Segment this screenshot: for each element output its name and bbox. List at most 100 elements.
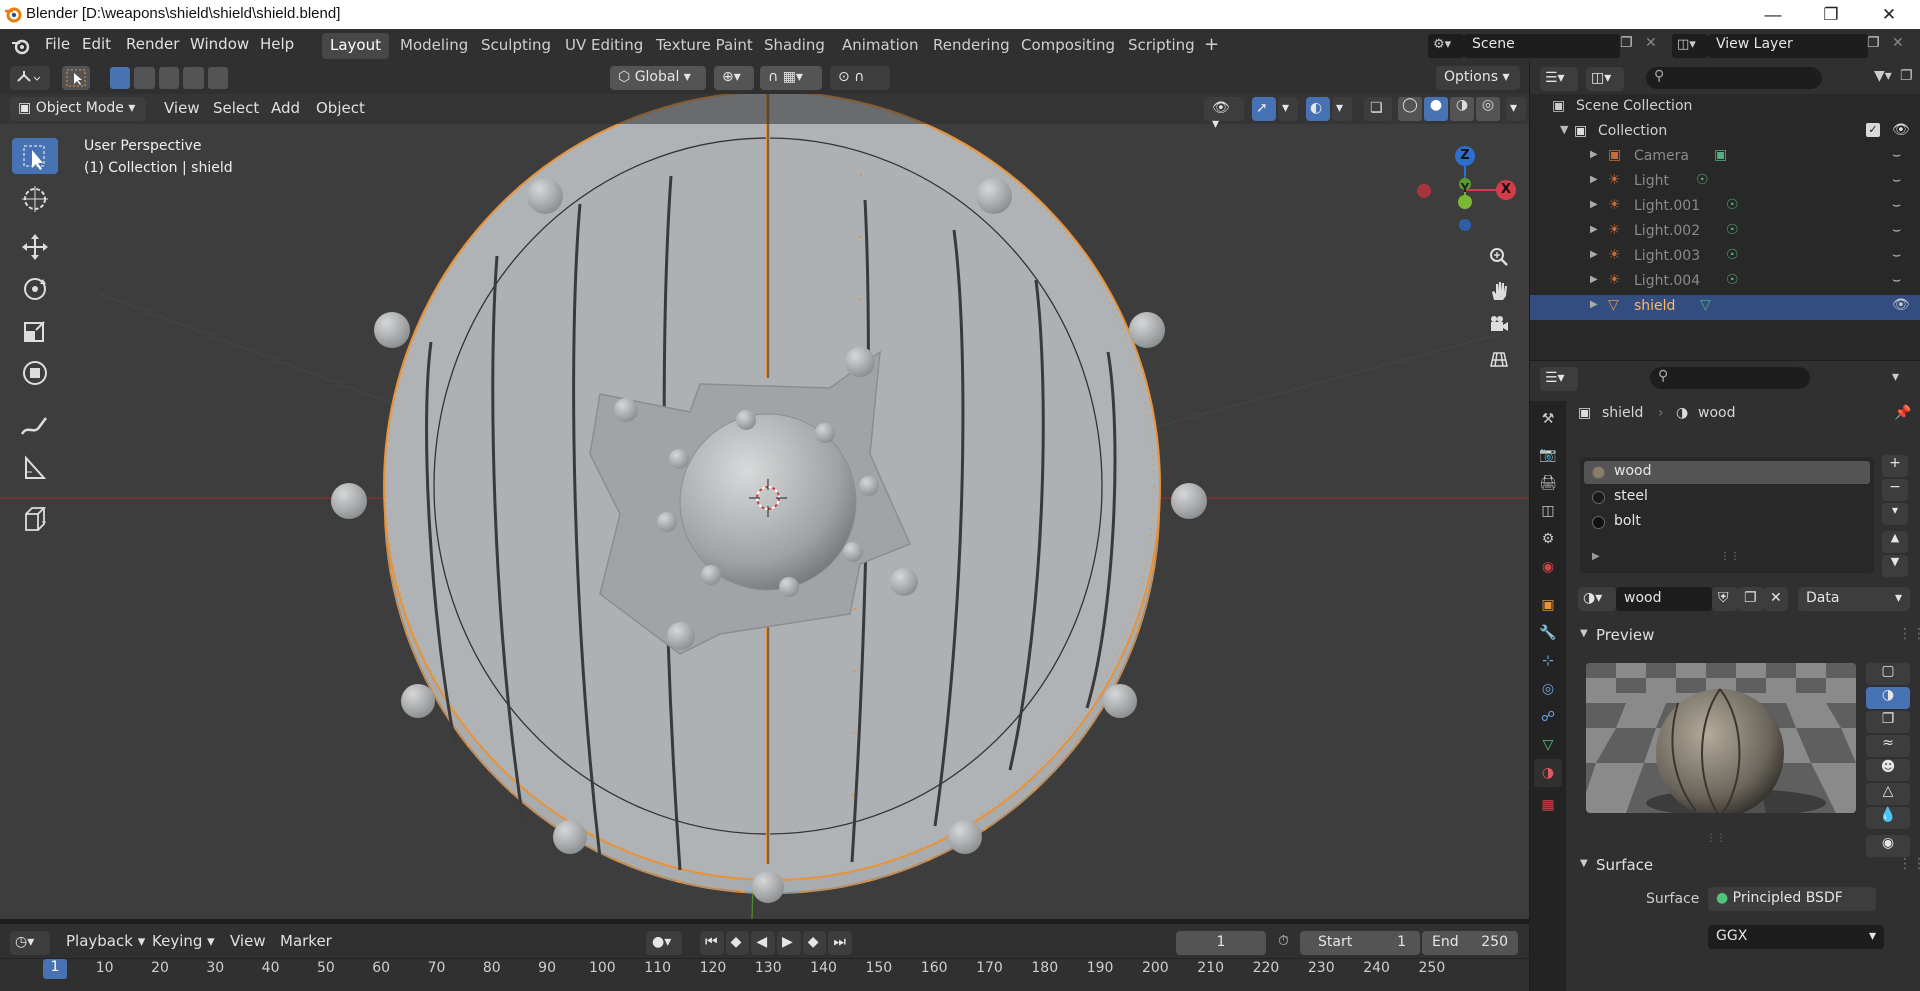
slot-specials-icon[interactable]: ▾	[1882, 503, 1908, 525]
outliner-item-light-002[interactable]: ▶ ☀ Light.002 ☉ ⌣	[1530, 220, 1920, 245]
duplicate-material-icon[interactable]: ❐	[1738, 587, 1764, 611]
preview-resize-handle-icon[interactable]: ⋮⋮	[1706, 833, 1726, 844]
rotate-tool[interactable]	[12, 270, 58, 308]
timeline-menu-keying[interactable]: Keying ▾	[152, 932, 215, 950]
surface-shader-button[interactable]: ● Principled BSDF	[1708, 887, 1876, 911]
move-down-icon[interactable]: ▼	[1882, 555, 1908, 577]
start-frame-field[interactable]: Start 1	[1300, 931, 1420, 955]
tab-animation[interactable]: Animation	[834, 33, 926, 59]
auto-keying-icon[interactable]: ●▾	[646, 931, 682, 955]
menu-render[interactable]: Render	[126, 35, 179, 53]
panel-collapse-icon[interactable]: ▼	[1580, 858, 1588, 869]
viewport-menu-select[interactable]: Select	[213, 99, 259, 117]
tab-modeling[interactable]: Modeling	[392, 33, 476, 59]
minimize-button[interactable]: —	[1744, 0, 1802, 29]
play-reverse-icon[interactable]: ◀	[751, 931, 776, 955]
eye-icon[interactable]: ⌣	[1892, 247, 1901, 263]
texture-tab-icon[interactable]: ▦	[1534, 791, 1562, 819]
drag-handle-icon[interactable]: ⋮⋮	[1898, 626, 1920, 642]
viewport-menu-view[interactable]: View	[164, 99, 200, 117]
select-box-tool[interactable]	[12, 138, 58, 174]
gizmo-x-axis[interactable]: X	[1496, 180, 1516, 200]
material-slot-bolt[interactable]: bolt	[1584, 511, 1870, 534]
transform-orientation-dropdown[interactable]: ⬡ Global ▾	[610, 66, 706, 90]
menu-edit[interactable]: Edit	[82, 35, 111, 53]
play-icon[interactable]: ▶	[777, 931, 801, 955]
expand-arrow-icon[interactable]: ▼	[1560, 123, 1568, 136]
expand-arrow-icon[interactable]: ▶	[1590, 199, 1598, 210]
link-dropdown[interactable]: Data ▾	[1798, 587, 1910, 611]
unlink-material-icon[interactable]: ✕	[1764, 587, 1788, 611]
add-workspace-icon[interactable]: +	[1196, 31, 1227, 57]
viewport-menu-add[interactable]: Add	[271, 99, 300, 117]
material-shading-icon[interactable]: ◑	[1450, 97, 1474, 121]
filter-icon[interactable]: ▼▾	[1874, 68, 1892, 84]
tab-scripting[interactable]: Scripting	[1120, 33, 1203, 59]
modifier-tab-icon[interactable]: 🔧	[1534, 619, 1562, 647]
light-data-icon[interactable]: ☉	[1726, 197, 1739, 213]
material-slot-steel[interactable]: steel	[1584, 486, 1870, 509]
expand-arrow-icon[interactable]: ▶	[1590, 249, 1598, 260]
particles-tab-icon[interactable]: ⊹	[1534, 647, 1562, 675]
light-data-icon[interactable]: ☉	[1726, 272, 1739, 288]
preview-flat-icon[interactable]: ▢	[1866, 663, 1910, 685]
pan-hand-icon[interactable]	[1484, 276, 1514, 306]
overlay-toggle-icon[interactable]: ◐	[1306, 97, 1330, 121]
outliner-collection[interactable]: ▼ ▣ Collection ✓ 👁	[1530, 120, 1920, 145]
wireframe-shading-icon[interactable]: ◯	[1398, 97, 1422, 121]
stopwatch-icon[interactable]: ⏱	[1278, 933, 1289, 949]
pin-icon[interactable]: 📌	[1894, 405, 1911, 421]
annotate-tool[interactable]	[12, 406, 58, 444]
outliner-scene-collection[interactable]: ▣ Scene Collection	[1530, 95, 1920, 120]
expand-arrow-icon[interactable]: ▶	[1590, 274, 1598, 285]
new-scene-icon[interactable]: ❐	[1620, 35, 1633, 51]
output-tab-icon[interactable]: 🖨	[1534, 469, 1562, 497]
expand-arrow-icon[interactable]: ▶	[1590, 224, 1598, 235]
data-tab-icon[interactable]: ▽	[1534, 731, 1562, 759]
material-name-field[interactable]: wood	[1616, 587, 1712, 611]
gizmo-dropdown-icon[interactable]: ▾	[1278, 97, 1298, 121]
outliner-item-light-004[interactable]: ▶ ☀ Light.004 ☉ ⌣	[1530, 270, 1920, 295]
eye-icon[interactable]: ⌣	[1892, 147, 1901, 163]
move-tool[interactable]	[12, 228, 58, 266]
menu-help[interactable]: Help	[260, 35, 294, 53]
move-up-icon[interactable]: ▲	[1882, 531, 1908, 553]
outliner-search-input[interactable]: ⚲	[1646, 67, 1822, 89]
selection-mode-group[interactable]	[110, 67, 229, 89]
panel-collapse-icon[interactable]: ▼	[1580, 628, 1588, 639]
ortho-toggle-icon[interactable]	[1484, 344, 1514, 374]
outliner-item-light-003[interactable]: ▶ ☀ Light.003 ☉ ⌣	[1530, 245, 1920, 270]
tab-sculpting[interactable]: Sculpting	[473, 33, 559, 59]
scene-name-field[interactable]: Scene	[1464, 34, 1620, 58]
measure-tool[interactable]	[12, 448, 58, 486]
preview-fluid-icon[interactable]: 💧	[1866, 807, 1910, 829]
outliner-item-light-001[interactable]: ▶ ☀ Light.001 ☉ ⌣	[1530, 195, 1920, 220]
object-tab-icon[interactable]: ▣	[1534, 591, 1562, 619]
new-view-layer-icon[interactable]: ❐	[1867, 35, 1880, 51]
add-slot-button[interactable]: +	[1882, 455, 1908, 477]
delete-view-layer-icon[interactable]: ✕	[1892, 35, 1904, 51]
preview-monkey-icon[interactable]: ☻	[1866, 759, 1910, 781]
display-mode-icon[interactable]: ◫▾	[1586, 67, 1624, 91]
expand-arrow-icon[interactable]: ▶	[1590, 149, 1598, 160]
blender-menu-icon[interactable]	[10, 36, 32, 56]
eye-icon[interactable]: ⌣	[1892, 172, 1901, 188]
shading-mode-group[interactable]: ◯ ● ◑ ◎	[1398, 97, 1504, 121]
timeline-menu-marker[interactable]: Marker	[280, 932, 332, 950]
scene-tab-icon[interactable]: ⚙	[1534, 525, 1562, 553]
timeline-menu-playback[interactable]: Playback ▾	[66, 932, 145, 950]
collection-checkbox[interactable]: ✓	[1866, 123, 1880, 137]
overlay-dropdown-icon[interactable]: ▾	[1332, 97, 1352, 121]
timeline-menu-view[interactable]: View	[230, 932, 266, 950]
outliner-item-camera[interactable]: ▶ ▣ Camera ▣ ⌣	[1530, 145, 1920, 170]
gizmo-z-axis[interactable]: Z	[1455, 146, 1475, 166]
properties-editor-type-icon[interactable]: ☰▾	[1540, 367, 1578, 391]
add-cube-tool[interactable]	[12, 500, 58, 538]
tab-shading[interactable]: Shading	[756, 33, 833, 59]
eye-icon[interactable]: 👁	[1892, 122, 1910, 138]
visibility-filter-icon[interactable]: 👁▾	[1204, 97, 1244, 132]
snap-icon[interactable]: ∩ ▦▾	[760, 66, 822, 90]
world-tab-icon[interactable]: ◉	[1534, 553, 1562, 581]
menu-window[interactable]: Window	[190, 35, 249, 53]
viewport-menu-object[interactable]: Object	[316, 99, 365, 117]
